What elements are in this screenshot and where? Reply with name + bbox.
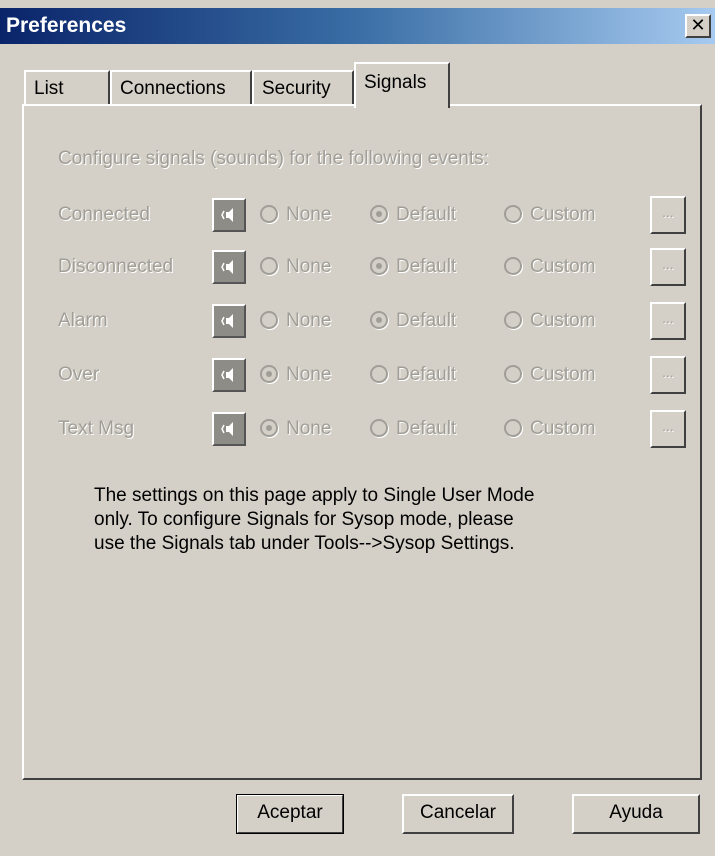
signals-note: The settings on this page apply to Singl… — [94, 484, 634, 556]
option-label-none: None — [286, 364, 332, 385]
close-icon: ✕ — [690, 15, 706, 35]
radio-default[interactable] — [370, 311, 388, 329]
radio-dot — [376, 317, 382, 323]
window-title: Preferences — [6, 14, 127, 37]
close-button[interactable]: ✕ — [685, 14, 711, 38]
event-label: Connected — [58, 204, 150, 225]
browse-button[interactable]: ... — [650, 196, 686, 234]
radio-none[interactable] — [260, 419, 278, 437]
radio-default[interactable] — [370, 419, 388, 437]
radio-default[interactable] — [370, 365, 388, 383]
radio-dot — [266, 425, 272, 431]
browse-button[interactable]: ... — [650, 356, 686, 394]
radio-none[interactable] — [260, 205, 278, 223]
radio-custom[interactable] — [504, 257, 522, 275]
radio-dot — [266, 371, 272, 377]
tab-connections[interactable]: Connections — [110, 70, 252, 106]
option-label-default: Default — [396, 310, 457, 331]
radio-none[interactable] — [260, 365, 278, 383]
preferences-dialog: Preferences ✕ List Connections Security … — [0, 0, 715, 856]
option-label-custom: Custom — [530, 204, 596, 225]
option-label-custom: Custom — [530, 364, 596, 385]
radio-custom[interactable] — [504, 365, 522, 383]
help-button-label: Ayuda — [609, 802, 663, 823]
tab-security[interactable]: Security — [252, 70, 354, 106]
title-bar: Preferences ✕ — [0, 8, 715, 44]
option-label-none: None — [286, 204, 332, 225]
radio-none[interactable] — [260, 257, 278, 275]
option-label-none: None — [286, 256, 332, 277]
browse-button[interactable]: ... — [650, 248, 686, 286]
event-label: Text Msg — [58, 418, 135, 439]
radio-default[interactable] — [370, 257, 388, 275]
radio-dot — [376, 211, 382, 217]
radio-dot — [376, 263, 382, 269]
option-label-default: Default — [396, 418, 457, 439]
option-label-default: Default — [396, 256, 457, 277]
ok-button-label: Aceptar — [257, 802, 323, 823]
signal-row: Disconnected None Default Custom... — [58, 248, 698, 288]
help-button[interactable]: Ayuda — [572, 794, 700, 834]
speaker-icon[interactable] — [212, 412, 246, 446]
option-label-default: Default — [396, 204, 457, 225]
radio-custom[interactable] — [504, 419, 522, 437]
speaker-icon[interactable] — [212, 358, 246, 392]
tab-security-label: Security — [262, 78, 331, 99]
cancel-button-label: Cancelar — [419, 802, 497, 823]
radio-custom[interactable] — [504, 311, 522, 329]
event-label: Over — [58, 364, 100, 385]
option-label-default: Default — [396, 364, 457, 385]
cancel-button[interactable]: Cancelar — [402, 794, 514, 834]
signals-panel: Configure signals (sounds) for the follo… — [22, 104, 702, 780]
ok-button[interactable]: Aceptar — [236, 794, 344, 834]
signals-intro-text: Configure signals (sounds) for the follo… — [58, 148, 489, 169]
event-label: Alarm — [58, 310, 108, 331]
tab-signals-label: Signals — [364, 72, 427, 93]
browse-button[interactable]: ... — [650, 302, 686, 340]
speaker-icon[interactable] — [212, 250, 246, 284]
tab-list[interactable]: List — [24, 70, 110, 106]
option-label-none: None — [286, 418, 332, 439]
note-line: use the Signals tab under Tools-->Sysop … — [94, 533, 515, 554]
signal-row: Over None Default Custom... — [58, 356, 698, 396]
radio-custom[interactable] — [504, 205, 522, 223]
option-label-custom: Custom — [530, 310, 596, 331]
speaker-icon[interactable] — [212, 198, 246, 232]
event-label: Disconnected — [58, 256, 174, 277]
speaker-icon[interactable] — [212, 304, 246, 338]
radio-default[interactable] — [370, 205, 388, 223]
option-label-none: None — [286, 310, 332, 331]
signal-row: Text Msg None Default Custom... — [58, 410, 698, 450]
signal-row: Alarm None Default Custom... — [58, 302, 698, 342]
tab-list-label: List — [34, 78, 64, 99]
browse-button[interactable]: ... — [650, 410, 686, 448]
tab-signals[interactable]: Signals — [354, 62, 450, 108]
note-line: only. To configure Signals for Sysop mod… — [94, 509, 514, 530]
tab-connections-label: Connections — [120, 78, 226, 99]
signal-row: Connected None Default Custom... — [58, 196, 698, 236]
option-label-custom: Custom — [530, 418, 596, 439]
radio-none[interactable] — [260, 311, 278, 329]
note-line: The settings on this page apply to Singl… — [94, 485, 535, 506]
option-label-custom: Custom — [530, 256, 596, 277]
